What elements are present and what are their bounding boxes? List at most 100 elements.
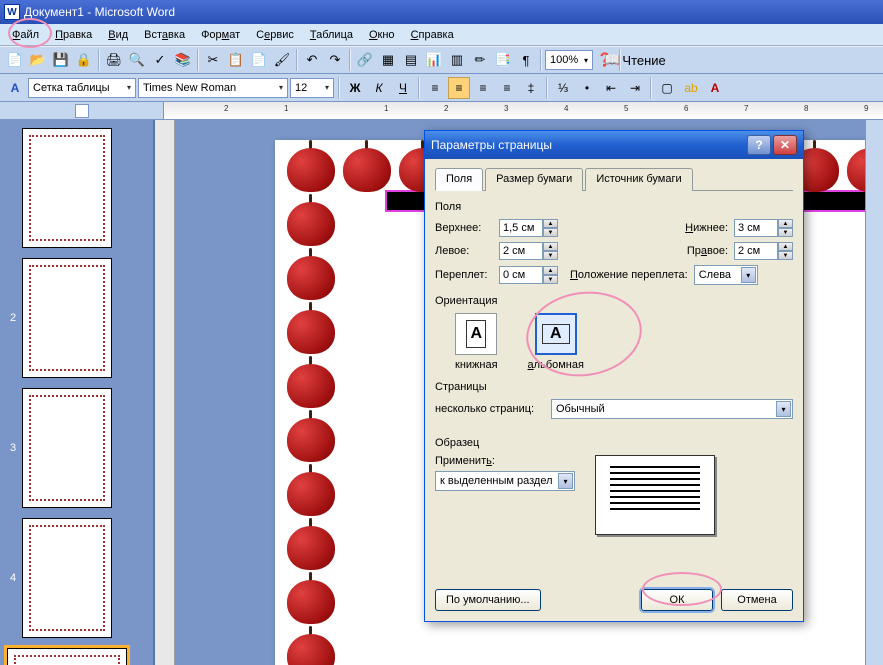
columns-icon[interactable]: ▥	[446, 49, 468, 71]
thumb-page-3[interactable]	[22, 388, 112, 508]
orientation-landscape[interactable]: A альбомная	[528, 313, 584, 371]
apple-art	[283, 622, 339, 665]
dialog-tabs: Поля Размер бумаги Источник бумаги	[435, 167, 793, 191]
excel-icon[interactable]: 📊	[423, 49, 445, 71]
gutter-pos-select[interactable]: Слева▾	[694, 265, 758, 285]
redo-icon[interactable]: ↷	[324, 49, 346, 71]
research-icon[interactable]: 📚	[172, 49, 194, 71]
multipages-select[interactable]: Обычный▾	[551, 399, 793, 419]
open-icon[interactable]: 📂	[27, 49, 49, 71]
paste-icon[interactable]: 📄	[248, 49, 270, 71]
numbering-icon[interactable]: ⅓	[552, 77, 574, 99]
cancel-button[interactable]: Отмена	[721, 589, 793, 611]
copy-icon[interactable]: 📋	[225, 49, 247, 71]
menu-view[interactable]: Вид	[100, 27, 136, 43]
style-combo[interactable]: Сетка таблицы▾	[28, 78, 136, 98]
tab-selector-icon[interactable]	[75, 104, 89, 118]
margin-top-label: Верхнее:	[435, 222, 493, 234]
horizontal-ruler[interactable]: 21 123 456 789	[0, 102, 883, 120]
applyto-label: Применить:	[435, 455, 575, 467]
margin-bottom-input[interactable]: ▲▼	[734, 219, 793, 237]
apple-art	[283, 190, 339, 246]
highlight-icon[interactable]: ab	[680, 77, 702, 99]
vertical-ruler[interactable]	[155, 120, 175, 665]
align-left-icon[interactable]: ≡	[424, 77, 446, 99]
preview-group-title: Образец	[435, 437, 793, 449]
new-doc-icon[interactable]: 📄	[4, 49, 26, 71]
print-icon[interactable]: 🖨	[103, 49, 125, 71]
margin-right-input[interactable]: ▲▼	[734, 242, 793, 260]
tab-paper[interactable]: Размер бумаги	[485, 168, 583, 191]
ok-button[interactable]: ОК	[641, 589, 713, 611]
undo-icon[interactable]: ↶	[301, 49, 323, 71]
permissions-icon[interactable]: 🔒	[73, 49, 95, 71]
align-justify-icon[interactable]: ≡	[496, 77, 518, 99]
reading-layout-button[interactable]: 📖 Чтение	[624, 49, 646, 71]
hyperlink-icon[interactable]: 🔗	[354, 49, 376, 71]
align-right-icon[interactable]: ≡	[472, 77, 494, 99]
inc-indent-icon[interactable]: ⇥	[624, 77, 646, 99]
fontsize-combo[interactable]: 12▾	[290, 78, 334, 98]
thumb-page-2[interactable]	[22, 258, 112, 378]
insert-table-icon[interactable]: ▤	[400, 49, 422, 71]
italic-button[interactable]: К	[368, 77, 390, 99]
menu-insert[interactable]: Вставка	[136, 27, 193, 43]
formatpainter-icon[interactable]: 🖌	[271, 49, 293, 71]
document-title: Документ1 - Microsoft Word	[24, 5, 175, 19]
tab-margins[interactable]: Поля	[435, 168, 483, 191]
thumb-page-4[interactable]	[22, 518, 112, 638]
font-color-icon[interactable]: A	[704, 77, 726, 99]
menu-table[interactable]: Таблица	[302, 27, 361, 43]
line-spacing-icon[interactable]: ‡	[520, 77, 542, 99]
orientation-portrait[interactable]: A книжная	[455, 313, 498, 371]
page-preview	[595, 455, 715, 535]
cut-icon[interactable]: ✂	[202, 49, 224, 71]
menu-tools[interactable]: Сервис	[248, 27, 302, 43]
standard-toolbar: 📄 📂 💾 🔒 🖨 🔍 ✓ 📚 ✂ 📋 📄 🖌 ↶ ↷ 🔗 ▦ ▤ 📊 ▥ ✏ …	[0, 46, 883, 74]
showhide-icon[interactable]: ¶	[515, 49, 537, 71]
bold-button[interactable]: Ж	[344, 77, 366, 99]
docmap-icon[interactable]: 📑	[492, 49, 514, 71]
borders-icon[interactable]: ▢	[656, 77, 678, 99]
page-setup-dialog: Параметры страницы ? ✕ Поля Размер бумаг…	[424, 130, 804, 622]
gutter-label: Переплет:	[435, 269, 493, 281]
apple-art	[283, 352, 339, 408]
tab-layout[interactable]: Источник бумаги	[585, 168, 692, 191]
dialog-help-button[interactable]: ?	[747, 135, 771, 155]
drawing-icon[interactable]: ✏	[469, 49, 491, 71]
margin-top-input[interactable]: ▲▼	[499, 219, 558, 237]
underline-button[interactable]: Ч	[392, 77, 414, 99]
apple-art	[843, 136, 865, 192]
dialog-close-button[interactable]: ✕	[773, 135, 797, 155]
vertical-scrollbar[interactable]	[865, 120, 883, 665]
preview-icon[interactable]: 🔍	[126, 49, 148, 71]
apple-art	[283, 460, 339, 516]
align-center-icon[interactable]: ≡	[448, 77, 470, 99]
margin-right-label: Правое:	[670, 245, 728, 257]
menu-help[interactable]: Справка	[403, 27, 462, 43]
gutter-input[interactable]: ▲▼	[499, 266, 558, 284]
margin-left-input[interactable]: ▲▼	[499, 242, 558, 260]
dialog-titlebar[interactable]: Параметры страницы ? ✕	[425, 131, 803, 159]
gutter-pos-label: Положение переплета:	[570, 269, 688, 281]
bullets-icon[interactable]: •	[576, 77, 598, 99]
zoom-combo[interactable]: 100%▾	[545, 50, 593, 70]
menu-edit[interactable]: Правка	[47, 27, 100, 43]
dialog-title: Параметры страницы	[431, 138, 552, 152]
thumb-page-5[interactable]	[7, 648, 127, 665]
titlebar: W Документ1 - Microsoft Word	[0, 0, 883, 24]
thumb-page-1[interactable]	[22, 128, 112, 248]
tables-borders-icon[interactable]: ▦	[377, 49, 399, 71]
spellcheck-icon[interactable]: ✓	[149, 49, 171, 71]
apple-art	[283, 136, 339, 192]
applyto-select[interactable]: к выделенным раздел▾	[435, 471, 575, 491]
dec-indent-icon[interactable]: ⇤	[600, 77, 622, 99]
default-button[interactable]: По умолчанию...	[435, 589, 541, 611]
styles-pane-icon[interactable]: A	[4, 77, 26, 99]
menu-format[interactable]: Формат	[193, 27, 248, 43]
menu-file[interactable]: Файл	[4, 27, 47, 43]
font-combo[interactable]: Times New Roman▾	[138, 78, 288, 98]
save-icon[interactable]: 💾	[50, 49, 72, 71]
menu-window[interactable]: Окно	[361, 27, 403, 43]
margin-left-label: Левое:	[435, 245, 493, 257]
